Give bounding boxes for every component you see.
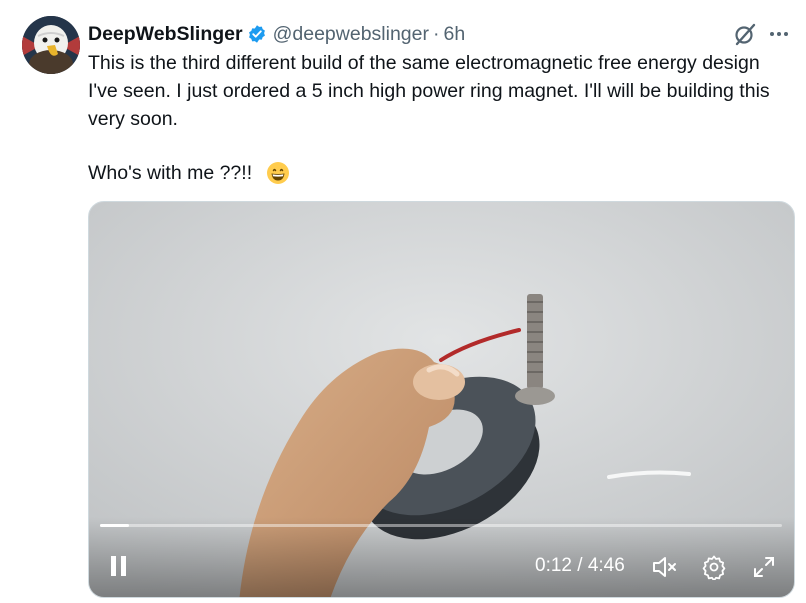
tweet-text-line-2: Who's with me ??!! — [88, 162, 253, 184]
tweet-text: This is the third different build of the… — [88, 49, 788, 187]
video-player[interactable]: 0:12 / 4:46 — [88, 201, 795, 598]
fullscreen-icon[interactable] — [751, 554, 779, 580]
video-progress-fill — [100, 524, 129, 527]
tweet-text-paragraph-1: This is the third different build of the… — [88, 52, 770, 130]
author-name[interactable]: DeepWebSlinger — [88, 23, 243, 46]
grinning-face-emoji — [266, 161, 290, 185]
controls-overlay — [89, 517, 794, 597]
video-progress-bar[interactable] — [100, 524, 782, 527]
muted-speaker-icon[interactable] — [651, 554, 679, 580]
tweet-header: DeepWebSlinger @deepwebslinger · 6h — [88, 22, 465, 46]
pause-icon[interactable] — [106, 552, 132, 580]
settings-icon[interactable] — [701, 554, 729, 582]
separator-dot: · — [432, 22, 440, 45]
grok-icon[interactable] — [733, 22, 757, 46]
more-icon[interactable] — [766, 22, 792, 46]
video-timecode: 0:12 / 4:46 — [535, 555, 625, 576]
avatar-image — [22, 16, 80, 74]
verified-badge-icon — [247, 24, 267, 44]
timestamp[interactable]: 6h — [443, 23, 465, 46]
avatar[interactable] — [22, 16, 80, 74]
tweet-text-paragraph-2: Who's with me ??!! — [88, 159, 788, 187]
author-handle[interactable]: @deepwebslinger — [273, 23, 429, 46]
